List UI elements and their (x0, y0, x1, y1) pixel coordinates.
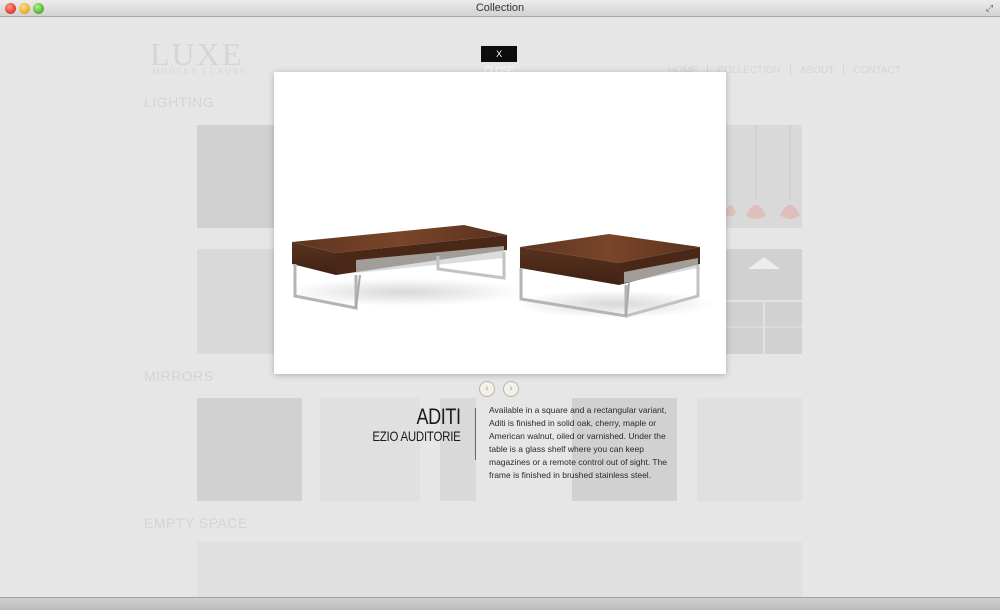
divider (475, 408, 476, 460)
fullscreen-icon[interactable]: ⤢ (984, 3, 995, 14)
product-name: ADITI (416, 404, 461, 429)
product-photo (274, 72, 726, 374)
window-title: Collection (475, 2, 525, 14)
chevron-right-icon[interactable]: › (503, 381, 519, 397)
chevron-left-icon[interactable]: ‹ (479, 381, 495, 397)
product-designer: EZIO AUDITORIE (372, 428, 461, 444)
close-button[interactable]: X CLOSE (481, 46, 517, 75)
window-titlebar: Collection ⤢ (0, 0, 1000, 17)
coffee-tables-image (284, 225, 714, 318)
window-bottombar (0, 597, 1000, 610)
product-heading: ADITI EZIO AUDITORIE (353, 404, 462, 445)
image-pager: ‹ › (479, 381, 519, 397)
product-description: Available in a square and a rectangular … (489, 405, 667, 480)
